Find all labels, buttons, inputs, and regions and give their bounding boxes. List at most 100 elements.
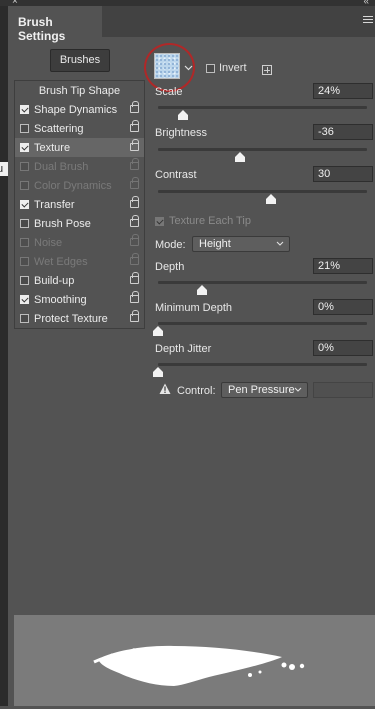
list-item-scattering[interactable]: Scattering [15, 119, 144, 138]
depth-jitter-slider-track[interactable] [158, 363, 367, 366]
lock-icon[interactable] [130, 139, 139, 151]
lock-icon[interactable] [130, 272, 139, 284]
new-preset-icon[interactable] [262, 65, 272, 75]
panel-title-tab[interactable]: Brush Settings [8, 6, 102, 43]
depth-slider-track[interactable] [158, 281, 367, 284]
lock-icon[interactable] [130, 158, 139, 170]
list-item-texture[interactable]: Texture [15, 138, 144, 157]
control-extra-field [313, 382, 373, 398]
contrast-label: Contrast [155, 169, 197, 181]
checkbox[interactable] [20, 238, 29, 247]
highlight-annotation-circle [144, 43, 195, 92]
list-item-label: Texture [34, 141, 71, 154]
scale-slider-thumb[interactable] [178, 110, 189, 120]
mode-value: Height [199, 238, 231, 250]
invert-label: Invert [219, 62, 247, 74]
lock-icon[interactable] [130, 215, 139, 227]
depth-jitter-slider-thumb[interactable] [153, 367, 163, 377]
contrast-slider-thumb[interactable] [265, 194, 276, 204]
list-item-noise[interactable]: Noise [15, 233, 144, 252]
checkbox[interactable] [20, 105, 29, 114]
depth-jitter-input[interactable]: 0% [313, 340, 373, 356]
list-item-label: Smoothing [34, 293, 87, 306]
brushes-button[interactable]: Brushes [50, 49, 110, 72]
lock-icon[interactable] [130, 253, 139, 265]
lock-icon[interactable] [130, 310, 139, 322]
brightness-slider-track[interactable] [158, 148, 367, 151]
depth-slider-thumb[interactable] [196, 285, 207, 295]
minimum-depth-input[interactable]: 0% [313, 299, 373, 315]
brush-stroke-shape [93, 645, 305, 686]
background-text-fragment: u [0, 162, 8, 176]
list-item-brush-tip-shape[interactable]: Brush Tip Shape [15, 81, 144, 100]
lock-icon[interactable] [130, 234, 139, 246]
texture-each-tip-option[interactable]: Texture Each Tip [155, 215, 251, 227]
left-app-strip: u [0, 6, 8, 706]
checkbox[interactable] [20, 124, 29, 133]
scale-input[interactable]: 24% [313, 83, 373, 99]
warning-icon [159, 383, 171, 394]
contrast-slider-track[interactable] [158, 190, 367, 193]
list-item-label: Brush Pose [34, 217, 91, 230]
list-item-label: Color Dynamics [34, 179, 112, 192]
brightness-slider-thumb[interactable] [234, 152, 245, 162]
list-item-shape-dynamics[interactable]: Shape Dynamics [15, 100, 144, 119]
lock-icon[interactable] [130, 291, 139, 303]
list-item-color-dynamics[interactable]: Color Dynamics [15, 176, 144, 195]
list-item-label: Shape Dynamics [34, 103, 118, 116]
checkbox[interactable] [20, 162, 29, 171]
list-item-dual-brush[interactable]: Dual Brush [15, 157, 144, 176]
scale-label: Scale [155, 86, 183, 98]
brightness-input[interactable]: -36 [313, 124, 373, 140]
mode-select[interactable]: Height [192, 236, 290, 252]
texture-each-tip-checkbox[interactable] [155, 216, 164, 226]
mode-label: Mode: [155, 239, 186, 251]
list-item-label: Brush Tip Shape [38, 84, 121, 97]
lock-icon[interactable] [130, 101, 139, 113]
control-label: Control: [177, 385, 216, 397]
lock-icon[interactable] [130, 196, 139, 208]
list-item-wet-edges[interactable]: Wet Edges [15, 252, 144, 271]
checkbox[interactable] [20, 295, 29, 304]
checkbox[interactable] [20, 219, 29, 228]
checkbox[interactable] [20, 181, 29, 190]
panel-tab-bar: Brush Settings [8, 6, 375, 43]
list-item-brush-pose[interactable]: Brush Pose [15, 214, 144, 233]
contrast-input[interactable]: 30 [313, 166, 373, 182]
checkbox[interactable] [20, 143, 29, 152]
list-item-label: Transfer [34, 198, 75, 211]
list-item-label: Scattering [34, 122, 84, 135]
brush-stroke-preview [14, 615, 375, 706]
control-select[interactable]: Pen Pressure [221, 382, 308, 398]
depth-label: Depth [155, 261, 185, 273]
invert-option[interactable]: Invert [206, 62, 247, 74]
list-item-transfer[interactable]: Transfer [15, 195, 144, 214]
texture-each-tip-label: Texture Each Tip [169, 215, 251, 227]
brightness-label: Brightness [155, 127, 207, 139]
list-item-protect-texture[interactable]: Protect Texture [15, 309, 144, 328]
depth-input[interactable]: 21% [313, 258, 373, 274]
checkbox[interactable] [20, 276, 29, 285]
checkbox[interactable] [20, 257, 29, 266]
scale-slider-track[interactable] [158, 106, 367, 109]
brush-tip-list: Brush Tip Shape Shape Dynamics Scatterin… [14, 80, 145, 329]
checkbox[interactable] [20, 200, 29, 209]
brush-settings-panel: Brush Settings Brushes Invert Brush Tip … [8, 6, 375, 706]
list-item-build-up[interactable]: Build-up [15, 271, 144, 290]
lock-icon[interactable] [130, 177, 139, 189]
list-item-label: Protect Texture [34, 312, 108, 325]
list-item-label: Noise [34, 236, 63, 249]
list-item-label: Dual Brush [34, 160, 89, 173]
chevron-down-icon [276, 237, 284, 252]
lock-icon[interactable] [130, 120, 139, 132]
list-item-label: Build-up [34, 274, 75, 287]
list-item-smoothing[interactable]: Smoothing [15, 290, 144, 309]
list-item-label: Wet Edges [34, 255, 88, 268]
minimum-depth-slider-track[interactable] [158, 322, 367, 325]
texture-picker[interactable] [144, 43, 197, 92]
checkbox[interactable] [20, 314, 29, 323]
invert-checkbox[interactable] [206, 63, 215, 73]
minimum-depth-label: Minimum Depth [155, 302, 233, 314]
minimum-depth-slider-thumb[interactable] [153, 326, 163, 336]
panel-menu-icon[interactable] [363, 16, 373, 25]
